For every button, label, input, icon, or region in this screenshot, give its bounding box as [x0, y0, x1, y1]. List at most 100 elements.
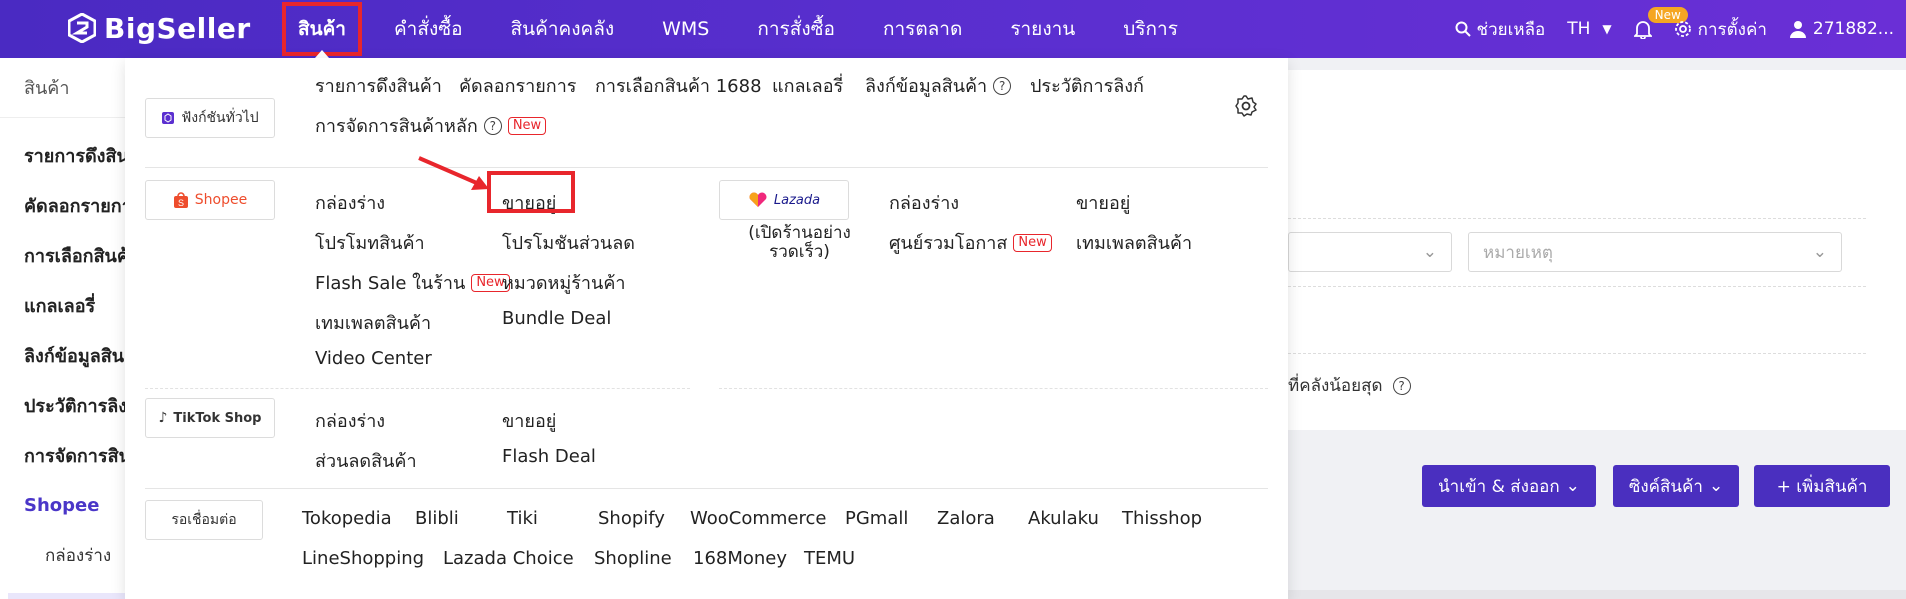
tiktok-platform-box: ♪ TikTok Shop: [145, 398, 275, 438]
nav-item-marketing[interactable]: การตลาด: [865, 0, 980, 58]
tiktok-link-active[interactable]: ขายอยู่: [502, 406, 556, 435]
filter-divider: [1288, 286, 1866, 287]
shopee-link-template[interactable]: เทมเพลตสินค้า: [315, 308, 431, 337]
note-placeholder: หมายเหตุ: [1483, 242, 1553, 263]
min-stock-label: ที่คลังน้อยสุด: [1288, 376, 1383, 396]
menu-link-product-link[interactable]: ลิงก์ข้อมูลสินค้า ?: [865, 71, 1012, 100]
sidebar-item-product-link[interactable]: ลิงก์ข้อมูลสินค้า: [0, 330, 129, 380]
sidebar-item-shopee[interactable]: Shopee: [0, 480, 129, 530]
lazada-link-active[interactable]: ขายอยู่: [1076, 188, 1130, 217]
min-stock-filter[interactable]: ที่คลังน้อยสุด ?: [1288, 372, 1411, 399]
nav-item-services[interactable]: บริการ: [1105, 0, 1196, 58]
shopee-link-shop-category[interactable]: หมวดหมู่ร้านค้า: [502, 268, 626, 297]
notifications-button[interactable]: New: [1633, 7, 1688, 39]
platform-168money[interactable]: 168Money: [693, 548, 787, 569]
shopee-link-video-center[interactable]: Video Center: [315, 348, 432, 369]
sidebar-item-product-manage[interactable]: การจัดการสินค้า: [0, 430, 129, 480]
help-link[interactable]: ช่วยเหลือ: [1455, 16, 1545, 43]
user-icon: [1789, 21, 1806, 38]
sidebar-item-gallery[interactable]: แกลเลอรี่: [0, 280, 129, 330]
lazada-platform-box: Lazada: [719, 180, 849, 220]
platform-thisshop[interactable]: Thisshop: [1122, 508, 1202, 529]
brand-name: BigSeller: [104, 11, 251, 45]
chevron-down-icon: ⌄: [1812, 242, 1827, 262]
menu-divider: [719, 388, 1268, 389]
sidebar-item-product-select[interactable]: การเลือกสินค้า: [0, 230, 129, 280]
menu-link-gallery[interactable]: แกลเลอรี่: [772, 71, 843, 100]
left-sidebar: สินค้า รายการดึงสินค้า คัดลอกรายการ การเ…: [0, 58, 130, 599]
chevron-down-icon: ⌄: [1422, 242, 1437, 262]
platform-lazada-choice[interactable]: Lazada Choice: [443, 548, 574, 569]
note-select[interactable]: หมายเหตุ ⌄: [1468, 232, 1842, 272]
red-arrow-icon: [418, 156, 489, 190]
general-functions-box: ฟังก์ชันทั่วไป: [145, 98, 275, 138]
menu-link-product-link-label: ลิงก์ข้อมูลสินค้า: [865, 76, 988, 97]
tiktok-link-discount[interactable]: ส่วนลดสินค้า: [315, 446, 417, 475]
platform-akulaku[interactable]: Akulaku: [1028, 508, 1099, 529]
nav-item-inventory[interactable]: สินค้าคงคลัง: [493, 0, 633, 58]
help-icon: ?: [483, 116, 502, 135]
menu-settings-gear-icon[interactable]: [1234, 94, 1258, 118]
menu-link-pull-list[interactable]: รายการดึงสินค้า: [315, 71, 442, 100]
sidebar-subitem-draft[interactable]: กล่องร่าง: [0, 530, 129, 580]
nav-item-wms[interactable]: WMS: [644, 0, 727, 58]
lazada-link-opportunity[interactable]: ศูนย์รวมโอกาส New: [889, 228, 1052, 257]
menu-link-link-history[interactable]: ประวัติการลิงก์: [1030, 71, 1144, 100]
menu-link-1688-select[interactable]: การเลือกสินค้า 1688: [595, 71, 762, 100]
svg-text:S: S: [178, 198, 184, 208]
platform-pgmall[interactable]: PGmall: [845, 508, 908, 529]
platform-tiki[interactable]: Tiki: [507, 508, 538, 529]
import-export-label: นำเข้า & ส่งออก: [1438, 476, 1560, 497]
menu-link-copy-list[interactable]: คัดลอกรายการ: [459, 71, 576, 100]
sync-products-button[interactable]: ซิงค์สินค้า ⌄: [1613, 465, 1739, 507]
lazada-link-draft[interactable]: กล่องร่าง: [889, 188, 959, 217]
nav-item-purchasing[interactable]: การสั่งซื้อ: [739, 0, 853, 58]
tiktok-note-icon: ♪: [158, 410, 168, 426]
sidebar-active-indicator: [8, 593, 129, 599]
shopee-link-flash-sale[interactable]: Flash Sale ในร้าน New: [315, 268, 510, 297]
main-nav: สินค้า คำสั่งซื้อ สินค้าคงคลัง WMS การสั…: [280, 0, 1208, 58]
language-select[interactable]: TH ▼: [1567, 19, 1611, 39]
platform-zalora[interactable]: Zalora: [937, 508, 995, 529]
shopee-label: Shopee: [194, 192, 248, 208]
products-mega-menu: ฟังก์ชันทั่วไป รายการดึงสินค้า คัดลอกราย…: [125, 58, 1288, 599]
top-nav-bar: BigSeller สินค้า คำสั่งซื้อ สินค้าคงคลัง…: [0, 0, 1906, 58]
sidebar-item-copy-list[interactable]: คัดลอกรายการ: [0, 180, 129, 230]
nav-item-orders[interactable]: คำสั่งซื้อ: [376, 0, 481, 58]
nav-item-products[interactable]: สินค้า: [280, 0, 364, 58]
shopee-link-draft[interactable]: กล่องร่าง: [315, 188, 385, 217]
lazada-link-template[interactable]: เทมเพลตสินค้า: [1076, 228, 1192, 257]
settings-link[interactable]: การตั้งค่า: [1674, 16, 1767, 43]
bigseller-logo[interactable]: BigSeller: [68, 10, 251, 46]
user-id: 271882...: [1812, 19, 1894, 39]
shopee-link-discount[interactable]: โปรโมชันส่วนลด: [502, 228, 635, 257]
user-menu[interactable]: 271882...: [1789, 19, 1894, 39]
filter-divider: [1288, 218, 1866, 219]
platform-tokopedia[interactable]: Tokopedia: [302, 508, 392, 529]
help-icon: ?: [993, 76, 1012, 95]
platform-lineshopping[interactable]: LineShopping: [302, 548, 424, 569]
platform-shopline[interactable]: Shopline: [594, 548, 672, 569]
tiktok-link-flash-deal[interactable]: Flash Deal: [502, 446, 596, 467]
new-tag: New: [507, 116, 547, 135]
sidebar-item-link-history[interactable]: ประวัติการลิงก์: [0, 380, 129, 430]
add-product-button[interactable]: + เพิ่มสินค้า: [1754, 465, 1890, 507]
cube-icon: [162, 112, 175, 124]
platform-blibli[interactable]: Blibli: [415, 508, 459, 529]
platform-temu[interactable]: TEMU: [804, 548, 855, 569]
tiktok-link-draft[interactable]: กล่องร่าง: [315, 406, 385, 435]
shopee-link-bundle-deal[interactable]: Bundle Deal: [502, 308, 611, 329]
import-export-button[interactable]: นำเข้า & ส่งออก ⌄: [1422, 465, 1596, 507]
sidebar-item-pull-list[interactable]: รายการดึงสินค้า: [0, 130, 129, 180]
nav-item-reports[interactable]: รายงาน: [992, 0, 1093, 58]
shopee-link-flash-sale-label: Flash Sale ในร้าน: [315, 273, 466, 294]
pending-connect-label: รอเชื่อมต่อ: [171, 512, 237, 528]
shopee-link-boost[interactable]: โปรโมทสินค้า: [315, 228, 425, 257]
general-functions-label: ฟังก์ชันทั่วไป: [181, 110, 259, 126]
platform-shopify[interactable]: Shopify: [598, 508, 665, 529]
lazada-quick-open-label[interactable]: (เปิดร้านอย่างรวดเร็ว): [727, 224, 872, 262]
filter-select[interactable]: ⌄: [1288, 232, 1452, 272]
sidebar-header: สินค้า: [0, 58, 129, 118]
menu-link-master-product[interactable]: การจัดการสินค้าหลัก ? New: [315, 111, 547, 140]
platform-woocommerce[interactable]: WooCommerce: [690, 508, 826, 529]
